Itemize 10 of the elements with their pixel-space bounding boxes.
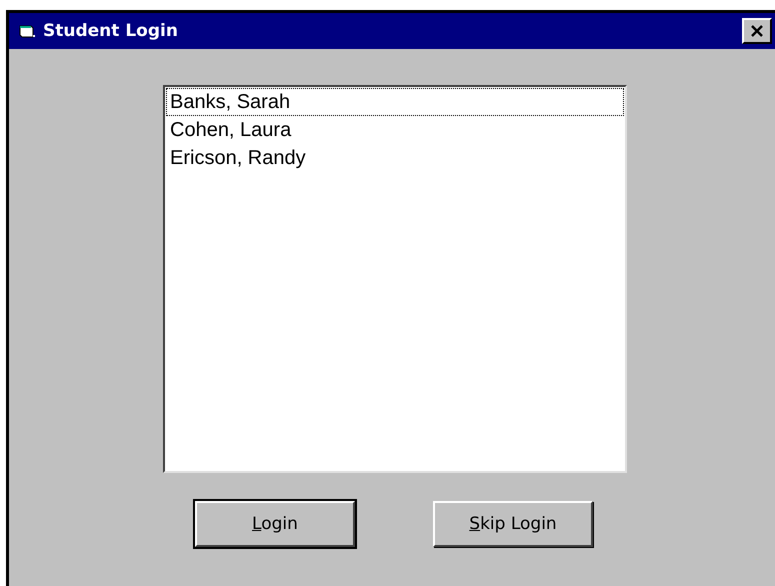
login-button[interactable]: Login bbox=[195, 501, 355, 547]
skip-login-button[interactable]: Skip Login bbox=[433, 501, 593, 547]
close-icon bbox=[750, 25, 764, 37]
list-item[interactable]: Ericson, Randy bbox=[166, 144, 624, 172]
student-list[interactable]: Banks, Sarah Cohen, Laura Ericson, Randy bbox=[163, 85, 627, 473]
list-item[interactable]: Banks, Sarah bbox=[166, 88, 624, 116]
list-item[interactable]: Cohen, Laura bbox=[166, 116, 624, 144]
close-button[interactable] bbox=[742, 18, 772, 44]
window-title: Student Login bbox=[43, 21, 178, 41]
window-icon bbox=[19, 24, 35, 38]
